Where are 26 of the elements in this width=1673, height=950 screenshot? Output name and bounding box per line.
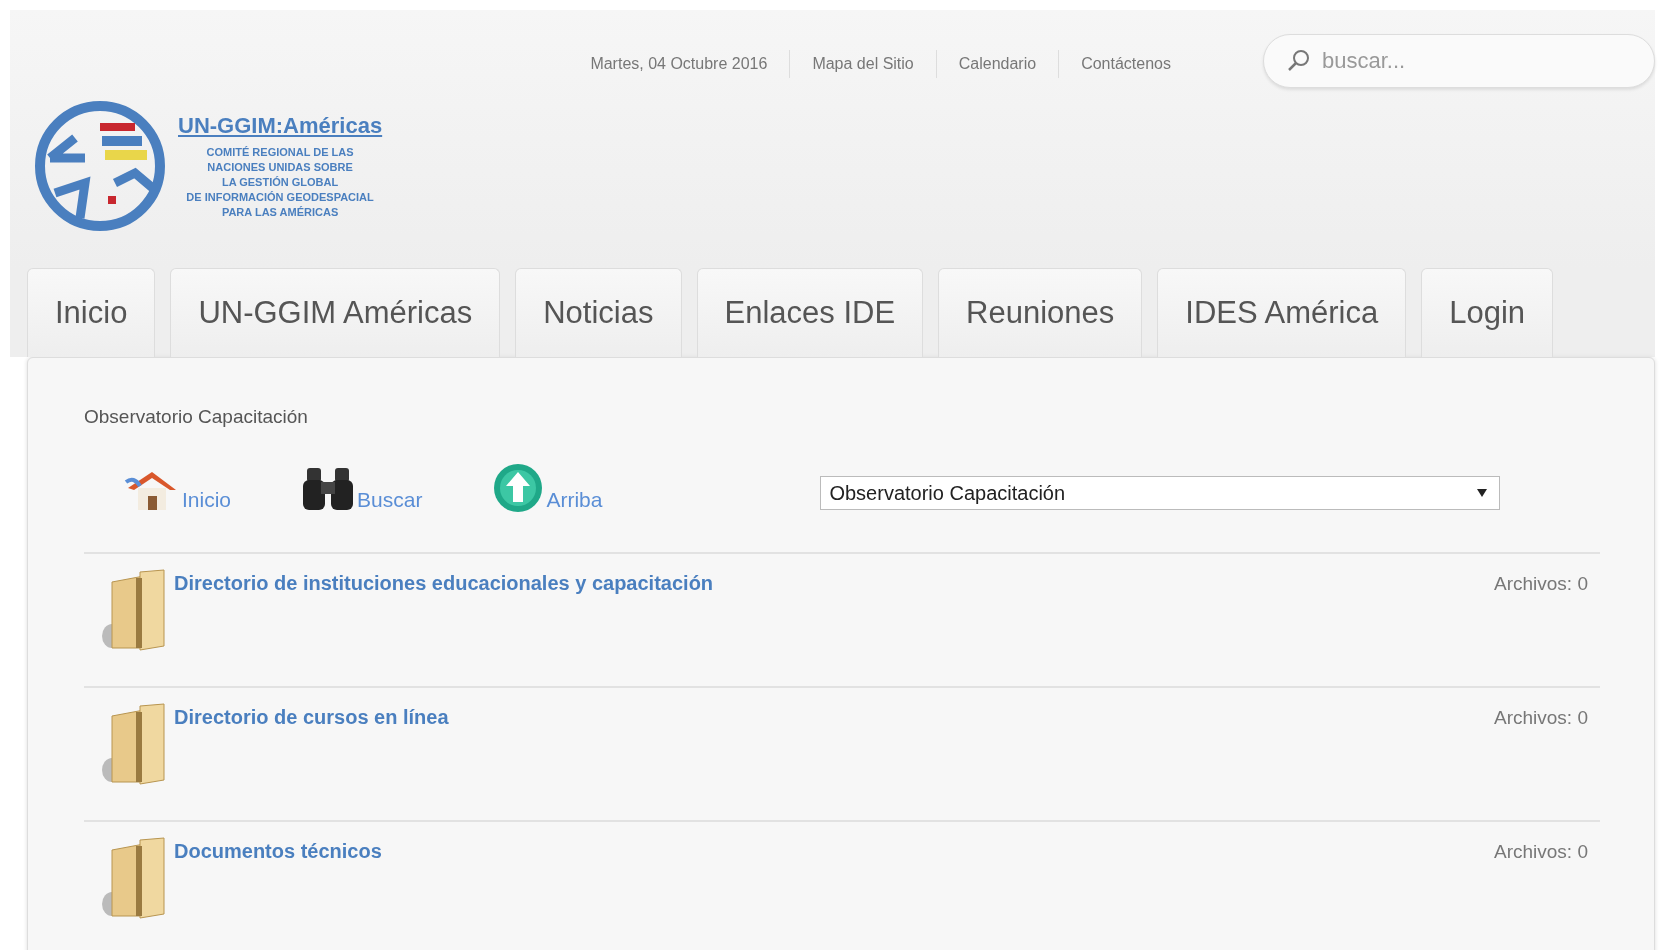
file-count: Archivos: 0	[1494, 841, 1588, 863]
folder-link[interactable]: Documentos técnicos	[174, 840, 1494, 863]
nav-tab[interactable]: Enlaces IDE	[696, 268, 924, 357]
folder-link[interactable]: Directorio de instituciones educacionales y capacitación	[174, 572, 1494, 595]
file-count: Archivos: 0	[1494, 707, 1588, 729]
nav-tab[interactable]: Inicio	[27, 268, 156, 357]
date-text: Martes, 04 Octubre 2016	[589, 55, 769, 73]
top-link[interactable]: Contáctenos	[1059, 55, 1193, 73]
toolbar-link[interactable]: Buscar	[357, 488, 423, 512]
nav-tab[interactable]: Login	[1421, 268, 1554, 357]
nav-tab[interactable]: IDES América	[1157, 268, 1407, 357]
nav-tab[interactable]: Noticias	[515, 268, 682, 357]
nav-tab[interactable]: Reuniones	[938, 268, 1143, 357]
site-subtitle: COMITÉ REGIONAL DE LAS NACIONES UNIDAS SOBRE LA GESTIÓN GLOBAL DE INFORMACIÓN GEODESPACIAL PARA LAS AMÉRICAS	[186, 144, 374, 220]
top-link[interactable]: Calendario	[936, 55, 1059, 73]
file-count: Archivos: 0	[1494, 573, 1588, 595]
nav-tab[interactable]: UN-GGIM Américas	[170, 268, 501, 357]
folder-link[interactable]: Directorio de cursos en línea	[174, 706, 1494, 729]
folder-select[interactable]: Observatorio Capacitación	[820, 476, 1501, 510]
caret-icon	[1477, 489, 1488, 497]
top-link[interactable]: Mapa del Sitio	[790, 55, 936, 73]
search-field[interactable]: buscar...	[1263, 34, 1655, 88]
site-title-link[interactable]: UN-GGIM:Américas	[178, 112, 383, 139]
breadcrumb: Observatorio Capacitación	[84, 406, 309, 428]
toolbar-link[interactable]: Arriba	[546, 488, 603, 512]
toolbar-link[interactable]: Inicio	[182, 488, 232, 512]
